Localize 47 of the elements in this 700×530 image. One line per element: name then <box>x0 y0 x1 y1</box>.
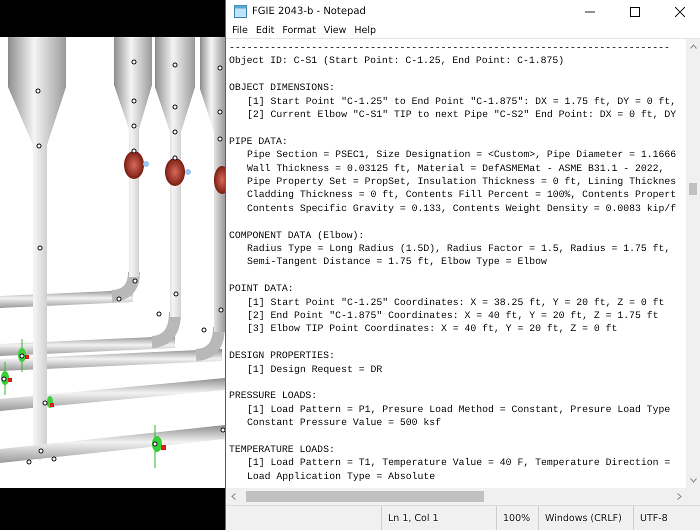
text-line: Pipe Section = PSEC1, Size Designation = <Custom>, Pipe Diameter = 1.1666 <box>247 148 676 162</box>
encoding: UTF-8 <box>633 506 700 530</box>
menu-item[interactable]: Edit <box>252 23 278 38</box>
text-line: [1] Design Request = DR <box>247 362 382 376</box>
menu-item[interactable]: Format <box>278 23 320 38</box>
text-line: Contents Specific Gravity = 0.133, Contents Weight Density = 0.0083 kip/f <box>247 202 676 216</box>
zoom-level: 100% <box>496 506 538 530</box>
section-heading: PRESSURE LOADS: <box>229 389 318 403</box>
scroll-right-icon <box>677 493 682 500</box>
vertical-scrollbar[interactable] <box>686 39 700 488</box>
text-line: [1] Load Pattern = T1, Temperature Value = 40 F, Temperature Direction = <box>247 456 670 470</box>
text-line: [1] Start Point "C-1.25" Coordinates: X = 38.25 ft, Y = 20 ft, Z = 0 ft <box>247 296 664 310</box>
text-line: Object ID: C-S1 (Start Point: C-1.25, End Point: C-1.875) <box>229 54 564 68</box>
maximize-icon <box>630 6 640 16</box>
menu-item[interactable]: View <box>320 23 350 38</box>
line-ending: Windows (CRLF) <box>538 506 633 530</box>
section-heading: POINT DATA: <box>229 282 294 296</box>
cursor-position: Ln 1, Col 1 <box>381 506 496 530</box>
scroll-left-icon <box>231 493 236 500</box>
text-line: Cladding Thickness = 0 ft, Contents Fill Percent = 100%, Contents Propert <box>247 188 676 202</box>
text-line: Pipe Property Set = PropSet, Insulation Thickness = 0 ft, Lining Thicknes <box>247 175 676 188</box>
text-line: Load Application Type = Absolute <box>247 470 436 484</box>
window-title: FGIE 2043-b - Notepad <box>252 6 367 17</box>
section-heading: DESIGN PROPERTIES: <box>229 349 335 363</box>
text-line: [3] Elbow TIP Point Coordinates: X = 40 ft, Y = 20 ft, Z = 0 ft <box>247 322 618 336</box>
menu-item[interactable]: File <box>228 23 252 38</box>
section-heading: OBJECT DIMENSIONS: <box>229 81 335 95</box>
horizontal-scrollbar[interactable] <box>226 488 700 505</box>
menu-item[interactable]: Help <box>350 23 380 38</box>
close-icon <box>675 6 685 16</box>
section-heading: TEMPERATURE LOADS: <box>229 443 335 456</box>
scroll-up-icon <box>690 44 696 49</box>
section-heading: COMPONENT DATA (Elbow): <box>229 228 364 242</box>
section-heading: PIPE DATA: <box>229 134 288 148</box>
scroll-thumb[interactable] <box>689 183 697 195</box>
text-line: Semi-Tangent Distance = 1.75 ft, Elbow Type = Elbow <box>247 255 547 269</box>
text-line: Radius Type = Long Radius (1.5D), Radius Factor = 1.5, Radius = 1.75 ft, <box>247 242 670 256</box>
text-line: [2] End Point "C-1.875" Coordinates: X = 40 ft, Y = 20 ft, Z = 1.75 ft <box>247 309 659 322</box>
notepad-icon <box>234 5 247 18</box>
text-line: Wall Thickness = 0.03125 ft, Material = DefASMEMat - ASME B31.1 - 2022, <box>247 162 664 176</box>
text-line: [1] Load Pattern = P1, Presure Load Method = Constant, Presure Load Type <box>247 402 670 416</box>
scroll-down-icon <box>690 478 696 483</box>
separator-line: --------------------------------------------------------------------------- <box>229 41 670 54</box>
scroll-thumb[interactable] <box>246 491 484 502</box>
text-line: Constant Pressure Value = 500 ksf <box>247 416 442 430</box>
text-line: [2] Current Elbow "C-S1" TIP to next Pipe "C-S2" End Point: DX = 0 ft, DY <box>247 108 676 122</box>
text-line: [1] Start Point "C-1.25" to End Point "C-1.875": DX = 1.75 ft, DY = 0 ft, <box>247 94 676 108</box>
